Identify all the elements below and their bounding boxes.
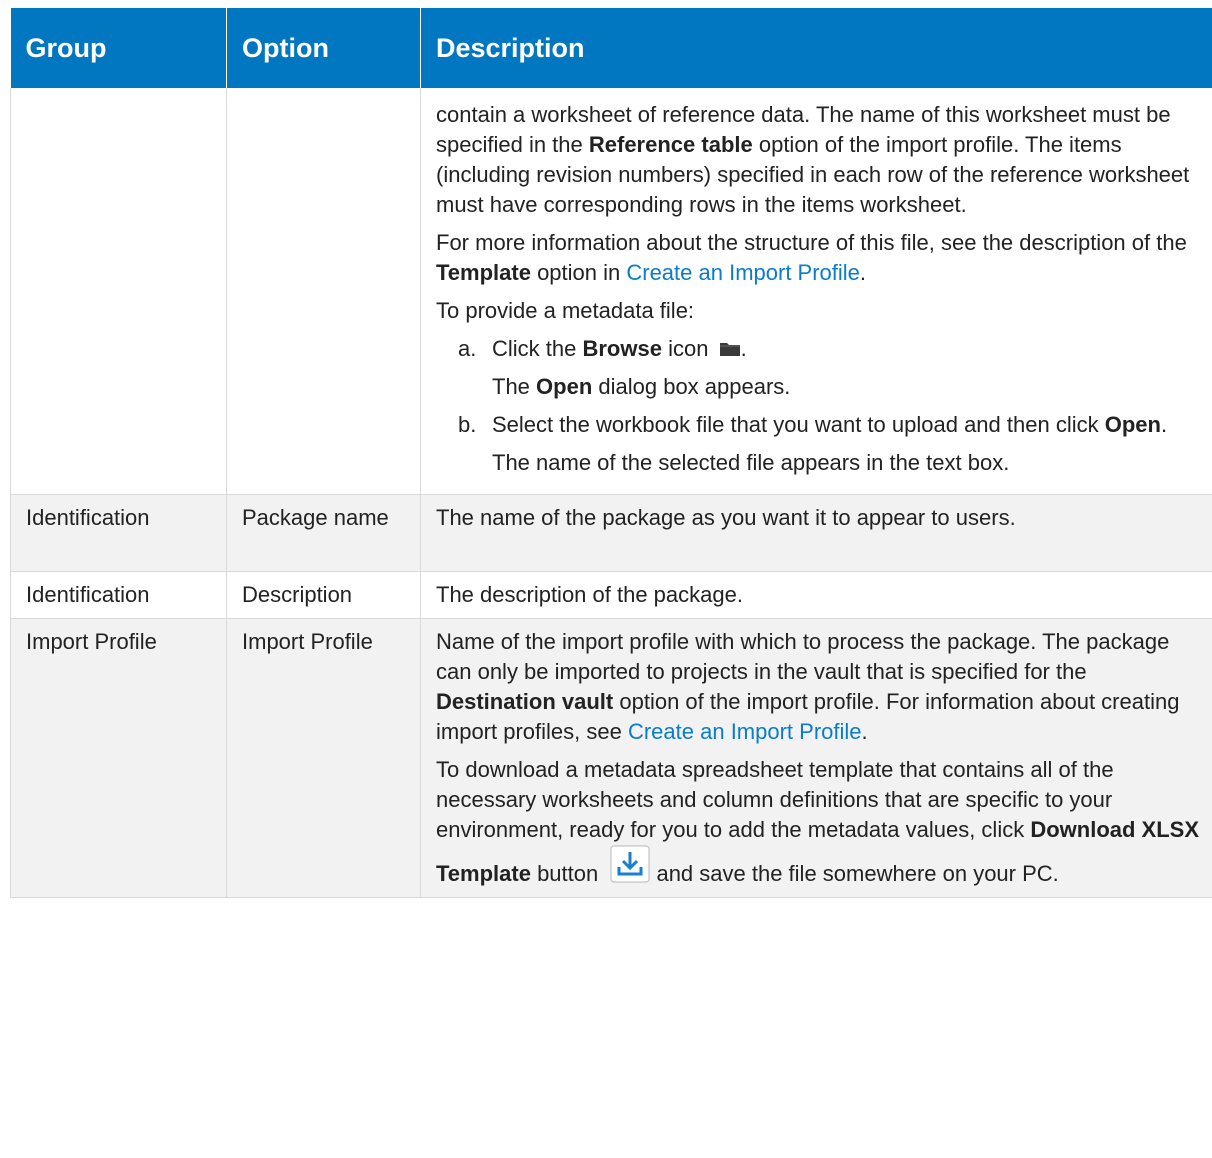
text: and save the file somewhere on your PC. bbox=[650, 861, 1059, 886]
header-option: Option bbox=[226, 8, 421, 88]
option-cell: Description bbox=[226, 571, 421, 619]
text: icon bbox=[661, 336, 715, 361]
description-cell: The name of the package as you want it t… bbox=[420, 494, 1212, 572]
table-row: Import Profile Import Profile Name of th… bbox=[10, 618, 1212, 898]
step-text: Click the Browse icon . bbox=[492, 334, 1203, 364]
folder-icon bbox=[719, 341, 741, 357]
group-cell: Import Profile bbox=[10, 618, 227, 898]
group-cell: Identification bbox=[10, 494, 227, 572]
step-marker: a. bbox=[458, 336, 477, 361]
bold-term: Open bbox=[1104, 412, 1161, 437]
page: Group Option Description contain a works… bbox=[0, 0, 1212, 1158]
text: Name of the import profile with which to… bbox=[436, 629, 1170, 684]
step-result: The name of the selected file appears in… bbox=[492, 450, 1010, 475]
text: dialog box appears. bbox=[592, 374, 791, 399]
header-description: Description bbox=[420, 8, 1212, 88]
list-item: a. Click the Browse icon . The Open dial… bbox=[458, 334, 1203, 402]
option-cell: Package name bbox=[226, 494, 421, 572]
text: . bbox=[740, 336, 747, 361]
paragraph: contain a worksheet of reference data. T… bbox=[436, 100, 1203, 220]
text: . bbox=[1160, 412, 1168, 437]
step-result: The Open dialog box appears. bbox=[492, 372, 1203, 402]
option-cell: Import Profile bbox=[226, 618, 421, 898]
text: To download a metadata spreadsheet templ… bbox=[436, 757, 1114, 842]
text: option in bbox=[530, 260, 627, 285]
description-cell: The description of the package. bbox=[420, 571, 1212, 619]
text: The bbox=[492, 374, 537, 399]
group-cell: Identification bbox=[10, 571, 227, 619]
paragraph: For more information about the structure… bbox=[436, 228, 1203, 288]
table-row: Identification Description The descripti… bbox=[10, 571, 1212, 619]
bold-term: Browse bbox=[582, 336, 662, 361]
text: button bbox=[530, 861, 605, 886]
create-import-profile-link[interactable]: Create an Import Profile bbox=[626, 260, 860, 285]
text: Click the bbox=[492, 336, 583, 361]
bold-term: Reference table bbox=[588, 132, 753, 157]
table-row: Identification Package name The name of … bbox=[10, 494, 1212, 572]
bold-term: Open bbox=[536, 374, 593, 399]
text: . bbox=[859, 260, 867, 285]
description-cell: contain a worksheet of reference data. T… bbox=[420, 88, 1212, 495]
steps-list: a. Click the Browse icon . The Open dial… bbox=[436, 334, 1203, 478]
bold-term: Destination vault bbox=[436, 689, 614, 714]
description-cell: Name of the import profile with which to… bbox=[420, 618, 1212, 898]
text: Select the workbook file that you want t… bbox=[492, 412, 1105, 437]
option-cell bbox=[226, 88, 421, 495]
paragraph: To provide a metadata file: bbox=[436, 298, 695, 323]
create-import-profile-link[interactable]: Create an Import Profile bbox=[628, 719, 862, 744]
step-text: Select the workbook file that you want t… bbox=[492, 410, 1203, 440]
paragraph: To download a metadata spreadsheet templ… bbox=[436, 755, 1203, 889]
bold-term: Template bbox=[436, 260, 531, 285]
header-group: Group bbox=[10, 8, 227, 88]
table-row: contain a worksheet of reference data. T… bbox=[10, 88, 1212, 495]
paragraph: Name of the import profile with which to… bbox=[436, 627, 1203, 747]
download-icon bbox=[610, 845, 650, 883]
list-item: b. Select the workbook file that you wan… bbox=[458, 410, 1203, 478]
table-header-row: Group Option Description bbox=[10, 8, 1212, 88]
step-marker: b. bbox=[458, 412, 477, 437]
text: For more information about the structure… bbox=[436, 230, 1187, 255]
text: . bbox=[861, 719, 868, 744]
options-table: Group Option Description contain a works… bbox=[10, 8, 1212, 898]
group-cell bbox=[10, 88, 227, 495]
